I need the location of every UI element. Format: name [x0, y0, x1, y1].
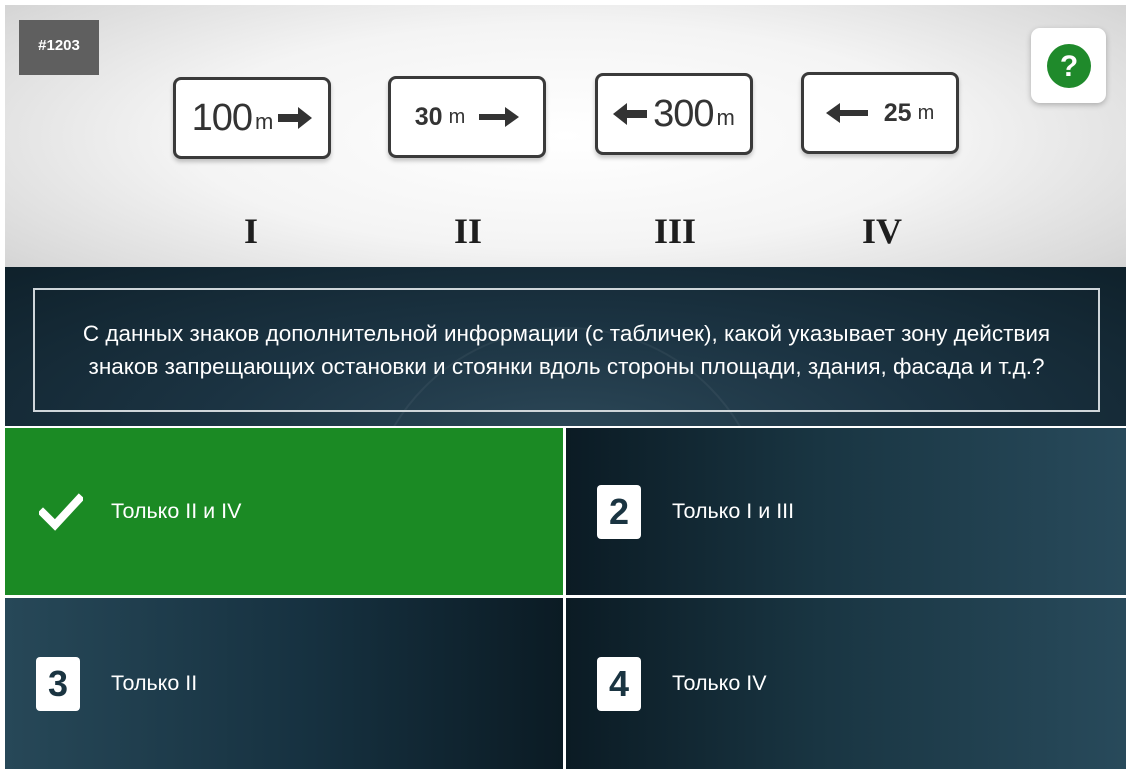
- arrow-left-icon: [825, 103, 868, 123]
- question-panel: С данных знаков дополнительной информаци…: [5, 267, 1126, 426]
- answer-option-4-text: Только IV: [672, 671, 767, 695]
- sign-2-unit: m: [448, 105, 466, 128]
- answer-option-1-text: Только II и IV: [111, 499, 242, 523]
- sign-1-unit: m: [255, 109, 274, 134]
- answer-option-3-text: Только II: [111, 671, 198, 695]
- svg-text:?: ?: [1059, 50, 1077, 83]
- sign-3: 300 m: [595, 73, 753, 155]
- answer-option-2-text: Только I и III: [672, 499, 795, 523]
- answer-option-3-number: 3: [36, 656, 80, 711]
- arrow-right-icon: [479, 107, 520, 127]
- sign-4-label: IV: [861, 211, 902, 251]
- sign-1-distance: 100: [191, 96, 253, 139]
- answer-option-2-number: 2: [597, 484, 641, 539]
- sign-4: 25 m: [801, 72, 959, 154]
- answer-option-2[interactable]: 2 Только I и III: [566, 428, 1126, 595]
- sign-1: 100 m: [173, 77, 331, 159]
- sign-2: 30 m: [388, 76, 546, 158]
- sign-3-distance: 300: [653, 92, 714, 135]
- answer-option-3[interactable]: 3 Только II: [5, 598, 563, 769]
- quiz-card: #1203 ? 100 m 30 m 300 m 25 m I II III I…: [5, 5, 1126, 769]
- sign-3-unit: m: [716, 105, 735, 130]
- question-circle-icon: ?: [1046, 43, 1091, 88]
- sign-4-distance: 25: [883, 98, 912, 127]
- arrow-left-icon: [613, 103, 648, 125]
- question-id-badge: #1203: [19, 20, 99, 75]
- help-button[interactable]: ?: [1031, 28, 1106, 103]
- answer-option-1[interactable]: Только II и IV: [5, 428, 563, 595]
- question-text: С данных знаков дополнительной информаци…: [33, 288, 1100, 412]
- question-image: #1203 ? 100 m 30 m 300 m 25 m I II III I…: [5, 5, 1126, 267]
- answer-option-4[interactable]: 4 Только IV: [566, 598, 1126, 769]
- sign-2-distance: 30: [414, 102, 443, 131]
- sign-1-label: I: [243, 211, 258, 251]
- checkmark-icon: [39, 492, 83, 531]
- sign-4-unit: m: [917, 101, 935, 124]
- arrow-right-icon: [278, 107, 313, 129]
- sign-2-label: II: [453, 211, 483, 251]
- answer-option-4-number: 4: [597, 656, 641, 711]
- sign-3-label: III: [653, 211, 697, 251]
